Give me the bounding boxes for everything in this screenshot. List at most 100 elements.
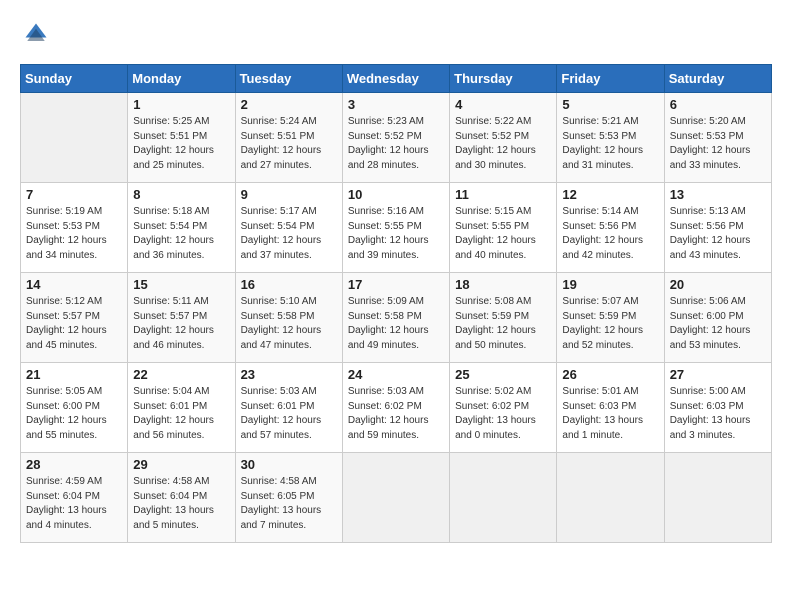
day-number: 25 xyxy=(455,367,551,382)
day-number: 11 xyxy=(455,187,551,202)
weekday-header: Thursday xyxy=(450,65,557,93)
cell-info: Sunrise: 5:03 AM Sunset: 6:02 PM Dayligh… xyxy=(348,385,444,443)
day-number: 30 xyxy=(241,457,337,472)
cell-info: Sunrise: 5:11 AM Sunset: 5:57 PM Dayligh… xyxy=(133,295,229,353)
cell-info: Sunrise: 5:01 AM Sunset: 6:03 PM Dayligh… xyxy=(562,385,658,443)
day-number: 1 xyxy=(133,97,229,112)
day-number: 27 xyxy=(670,367,766,382)
cell-info: Sunrise: 5:18 AM Sunset: 5:54 PM Dayligh… xyxy=(133,205,229,263)
day-number: 15 xyxy=(133,277,229,292)
calendar-cell: 11 Sunrise: 5:15 AM Sunset: 5:55 PM Dayli… xyxy=(450,183,557,273)
calendar-cell: 26 Sunrise: 5:01 AM Sunset: 6:03 PM Dayli… xyxy=(557,363,664,453)
day-number: 7 xyxy=(26,187,122,202)
logo-icon xyxy=(22,20,50,48)
cell-info: Sunrise: 5:04 AM Sunset: 6:01 PM Dayligh… xyxy=(133,385,229,443)
cell-info: Sunrise: 5:06 AM Sunset: 6:00 PM Dayligh… xyxy=(670,295,766,353)
page-header xyxy=(20,20,772,48)
calendar-cell xyxy=(21,93,128,183)
day-number: 14 xyxy=(26,277,122,292)
calendar-cell: 15 Sunrise: 5:11 AM Sunset: 5:57 PM Dayli… xyxy=(128,273,235,363)
day-number: 22 xyxy=(133,367,229,382)
calendar-cell: 20 Sunrise: 5:06 AM Sunset: 6:00 PM Dayli… xyxy=(664,273,771,363)
cell-info: Sunrise: 5:20 AM Sunset: 5:53 PM Dayligh… xyxy=(670,115,766,173)
logo xyxy=(20,20,50,48)
day-number: 19 xyxy=(562,277,658,292)
calendar-cell: 9Sunrise: 5:17 AM Sunset: 5:54 PM Daylig… xyxy=(235,183,342,273)
cell-info: Sunrise: 5:00 AM Sunset: 6:03 PM Dayligh… xyxy=(670,385,766,443)
cell-info: Sunrise: 5:14 AM Sunset: 5:56 PM Dayligh… xyxy=(562,205,658,263)
calendar-cell: 25 Sunrise: 5:02 AM Sunset: 6:02 PM Dayli… xyxy=(450,363,557,453)
calendar-cell: 2 Sunrise: 5:24 AM Sunset: 5:51 PM Daylig… xyxy=(235,93,342,183)
calendar-cell xyxy=(450,453,557,543)
day-number: 17 xyxy=(348,277,444,292)
day-number: 8 xyxy=(133,187,229,202)
day-number: 16 xyxy=(241,277,337,292)
weekday-header: Saturday xyxy=(664,65,771,93)
cell-info: Sunrise: 5:22 AM Sunset: 5:52 PM Dayligh… xyxy=(455,115,551,173)
weekday-header: Sunday xyxy=(21,65,128,93)
day-number: 4 xyxy=(455,97,551,112)
calendar-cell: 12 Sunrise: 5:14 AM Sunset: 5:56 PM Dayli… xyxy=(557,183,664,273)
day-number: 18 xyxy=(455,277,551,292)
calendar-cell: 10 Sunrise: 5:16 AM Sunset: 5:55 PM Dayli… xyxy=(342,183,449,273)
calendar-cell: 28 Sunrise: 4:59 AM Sunset: 6:04 PM Dayli… xyxy=(21,453,128,543)
day-number: 10 xyxy=(348,187,444,202)
cell-info: Sunrise: 5:21 AM Sunset: 5:53 PM Dayligh… xyxy=(562,115,658,173)
cell-info: Sunrise: 5:15 AM Sunset: 5:55 PM Dayligh… xyxy=(455,205,551,263)
cell-info: Sunrise: 5:08 AM Sunset: 5:59 PM Dayligh… xyxy=(455,295,551,353)
calendar-cell: 22 Sunrise: 5:04 AM Sunset: 6:01 PM Dayli… xyxy=(128,363,235,453)
calendar-cell: 19 Sunrise: 5:07 AM Sunset: 5:59 PM Dayli… xyxy=(557,273,664,363)
cell-info: Sunrise: 5:19 AM Sunset: 5:53 PM Dayligh… xyxy=(26,205,122,263)
calendar-cell: 16 Sunrise: 5:10 AM Sunset: 5:58 PM Dayli… xyxy=(235,273,342,363)
calendar-cell: 24 Sunrise: 5:03 AM Sunset: 6:02 PM Dayli… xyxy=(342,363,449,453)
calendar-cell xyxy=(664,453,771,543)
calendar-cell: 14 Sunrise: 5:12 AM Sunset: 5:57 PM Dayli… xyxy=(21,273,128,363)
cell-info: Sunrise: 5:07 AM Sunset: 5:59 PM Dayligh… xyxy=(562,295,658,353)
day-number: 23 xyxy=(241,367,337,382)
calendar-cell: 17 Sunrise: 5:09 AM Sunset: 5:58 PM Dayli… xyxy=(342,273,449,363)
calendar-cell: 30 Sunrise: 4:58 AM Sunset: 6:05 PM Dayli… xyxy=(235,453,342,543)
calendar-cell: 8 Sunrise: 5:18 AM Sunset: 5:54 PM Daylig… xyxy=(128,183,235,273)
cell-info: Sunrise: 5:09 AM Sunset: 5:58 PM Dayligh… xyxy=(348,295,444,353)
weekday-header: Wednesday xyxy=(342,65,449,93)
day-number: 20 xyxy=(670,277,766,292)
calendar-cell: 18 Sunrise: 5:08 AM Sunset: 5:59 PM Dayli… xyxy=(450,273,557,363)
cell-info: Sunrise: 5:02 AM Sunset: 6:02 PM Dayligh… xyxy=(455,385,551,443)
calendar-cell: 27 Sunrise: 5:00 AM Sunset: 6:03 PM Dayli… xyxy=(664,363,771,453)
day-number: 6 xyxy=(670,97,766,112)
cell-info: Sunrise: 4:58 AM Sunset: 6:05 PM Dayligh… xyxy=(241,475,337,533)
day-number: 21 xyxy=(26,367,122,382)
cell-info: Sunrise: 5:03 AM Sunset: 6:01 PM Dayligh… xyxy=(241,385,337,443)
day-number: 24 xyxy=(348,367,444,382)
weekday-header: Friday xyxy=(557,65,664,93)
weekday-header: Tuesday xyxy=(235,65,342,93)
calendar-table: SundayMondayTuesdayWednesdayThursdayFrid… xyxy=(20,64,772,543)
calendar-cell: 6 Sunrise: 5:20 AM Sunset: 5:53 PM Daylig… xyxy=(664,93,771,183)
calendar-cell: 3 Sunrise: 5:23 AM Sunset: 5:52 PM Daylig… xyxy=(342,93,449,183)
day-number: 26 xyxy=(562,367,658,382)
cell-info: Sunrise: 5:23 AM Sunset: 5:52 PM Dayligh… xyxy=(348,115,444,173)
calendar-cell: 1Sunrise: 5:25 AM Sunset: 5:51 PM Daylig… xyxy=(128,93,235,183)
cell-info: Sunrise: 5:12 AM Sunset: 5:57 PM Dayligh… xyxy=(26,295,122,353)
calendar-cell: 7 Sunrise: 5:19 AM Sunset: 5:53 PM Daylig… xyxy=(21,183,128,273)
calendar-cell: 23 Sunrise: 5:03 AM Sunset: 6:01 PM Dayli… xyxy=(235,363,342,453)
calendar-cell: 5 Sunrise: 5:21 AM Sunset: 5:53 PM Daylig… xyxy=(557,93,664,183)
day-number: 12 xyxy=(562,187,658,202)
day-number: 13 xyxy=(670,187,766,202)
calendar-cell: 29 Sunrise: 4:58 AM Sunset: 6:04 PM Dayli… xyxy=(128,453,235,543)
cell-info: Sunrise: 5:10 AM Sunset: 5:58 PM Dayligh… xyxy=(241,295,337,353)
day-number: 3 xyxy=(348,97,444,112)
cell-info: Sunrise: 4:58 AM Sunset: 6:04 PM Dayligh… xyxy=(133,475,229,533)
day-number: 29 xyxy=(133,457,229,472)
day-number: 2 xyxy=(241,97,337,112)
day-number: 28 xyxy=(26,457,122,472)
weekday-header: Monday xyxy=(128,65,235,93)
day-number: 5 xyxy=(562,97,658,112)
cell-info: Sunrise: 5:24 AM Sunset: 5:51 PM Dayligh… xyxy=(241,115,337,173)
cell-info: Sunrise: 4:59 AM Sunset: 6:04 PM Dayligh… xyxy=(26,475,122,533)
calendar-cell: 21 Sunrise: 5:05 AM Sunset: 6:00 PM Dayli… xyxy=(21,363,128,453)
cell-info: Sunrise: 5:16 AM Sunset: 5:55 PM Dayligh… xyxy=(348,205,444,263)
cell-info: Sunrise: 5:13 AM Sunset: 5:56 PM Dayligh… xyxy=(670,205,766,263)
cell-info: Sunrise: 5:05 AM Sunset: 6:00 PM Dayligh… xyxy=(26,385,122,443)
calendar-cell: 4 Sunrise: 5:22 AM Sunset: 5:52 PM Daylig… xyxy=(450,93,557,183)
